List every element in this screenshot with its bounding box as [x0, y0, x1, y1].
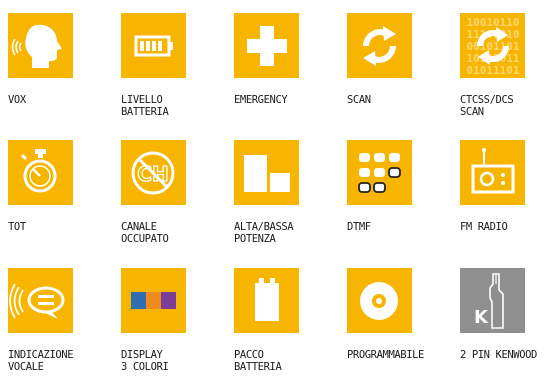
high-low-power-icon — [234, 140, 299, 205]
voice-bubble-icon — [8, 268, 73, 333]
channel-prohibited-icon: CH — [121, 140, 186, 205]
radio-icon — [460, 140, 525, 205]
svg-text:CH: CH — [137, 162, 168, 186]
feature-label: PACCO BATTERIA — [234, 349, 282, 373]
feature-label: DTMF — [347, 221, 371, 233]
feature-label: TOT — [8, 221, 26, 233]
feature-label: SCAN — [347, 94, 371, 106]
feature-label: VOX — [8, 94, 26, 106]
feature-label: FM RADIO — [460, 221, 508, 233]
feature-label: CTCSS/DCS SCAN — [460, 94, 514, 118]
feature-grid: VOX LIVELLO BATTERIA EMERGENCY SCAN 1001… — [0, 0, 547, 385]
stopwatch-icon — [8, 140, 73, 205]
disc-icon — [347, 268, 412, 333]
feature-label: PROGRAMMABILE — [347, 349, 424, 361]
binary-scan-icon: 10010110 11100010 00101101 10101011 01011101 — [460, 13, 525, 78]
feature-label: CANALE OCCUPATO — [121, 221, 169, 245]
svg-text:01011101: 01011101 — [467, 64, 520, 77]
feature-label: INDICAZIONE VOCALE — [8, 349, 74, 373]
kenwood-plug-icon: K — [460, 268, 525, 333]
circular-arrows-icon — [347, 13, 412, 78]
feature-label: DISPLAY 3 COLORI — [121, 349, 169, 373]
plus-cross-icon — [234, 13, 299, 78]
battery-pack-icon — [234, 268, 299, 333]
feature-label: ALTA/BASSA POTENZA — [234, 221, 294, 245]
keypad-icon — [347, 140, 412, 205]
color-bars-icon — [121, 268, 186, 333]
feature-label: 2 PIN KENWOOD — [460, 349, 537, 361]
feature-label: LIVELLO BATTERIA — [121, 94, 169, 118]
feature-label: EMERGENCY — [234, 94, 288, 106]
speaking-head-icon — [8, 13, 73, 78]
battery-level-icon — [121, 13, 186, 78]
svg-text:K: K — [474, 307, 489, 328]
